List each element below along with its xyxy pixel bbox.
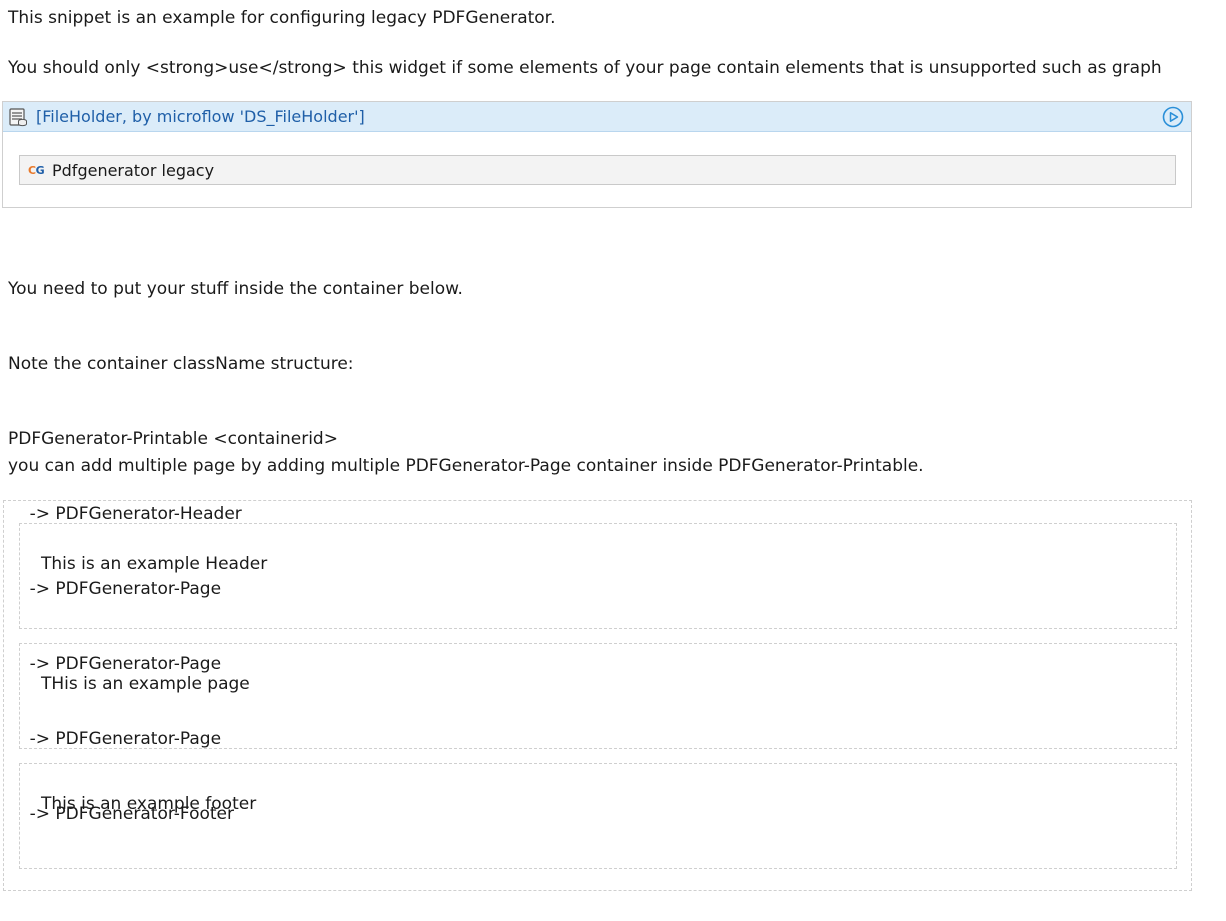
header-container[interactable]: This is an example Header bbox=[19, 523, 1177, 629]
header-text: This is an example Header bbox=[41, 554, 268, 574]
pdfgenerator-legacy-widget[interactable]: CG Pdfgenerator legacy bbox=[19, 155, 1176, 185]
page-text: THis is an example page bbox=[41, 674, 250, 694]
cg-widget-icon: CG bbox=[28, 163, 45, 177]
data-view-title[interactable]: [FileHolder, by microflow 'DS_FileHolder… bbox=[36, 107, 365, 126]
intro-line-1: This snippet is an example for configuri… bbox=[8, 8, 556, 28]
note-line: Note the container className structure: bbox=[8, 354, 354, 374]
play-circle-icon[interactable] bbox=[1162, 106, 1184, 128]
note-line: PDFGenerator-Printable <containerid> bbox=[8, 429, 338, 449]
widget-label: Pdfgenerator legacy bbox=[52, 160, 215, 180]
page-container[interactable]: THis is an example page bbox=[19, 643, 1177, 749]
footer-container[interactable]: This is an example footer bbox=[19, 763, 1177, 869]
multi-page-note: you can add multiple page by adding mult… bbox=[8, 456, 924, 476]
data-view-header[interactable]: [FileHolder, by microflow 'DS_FileHolder… bbox=[3, 102, 1191, 132]
footer-text: This is an example footer bbox=[41, 794, 257, 814]
data-view[interactable]: [FileHolder, by microflow 'DS_FileHolder… bbox=[2, 101, 1192, 208]
dataview-icon bbox=[8, 107, 28, 127]
printable-container[interactable]: This is an example Header THis is an exa… bbox=[3, 500, 1192, 891]
intro-line-2: You should only <strong>use</strong> thi… bbox=[8, 58, 1162, 78]
note-line: You need to put your stuff inside the co… bbox=[8, 279, 463, 299]
